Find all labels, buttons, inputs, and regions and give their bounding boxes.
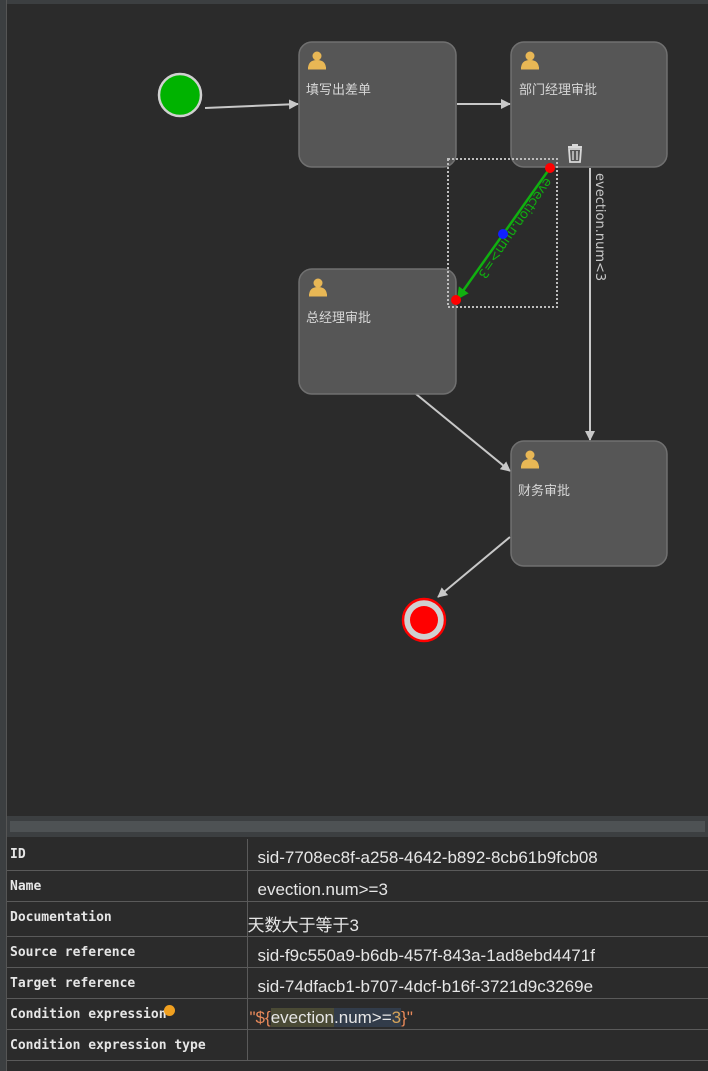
task-dept-manager[interactable]: 部门经理审批 xyxy=(510,41,668,168)
property-key-cell: Condition expression xyxy=(7,998,248,1030)
property-row-condition-expression[interactable]: Condition expression "${evection.num>=3}… xyxy=(7,998,708,1030)
property-row-target-reference[interactable]: Target reference sid-74dfacb1-b707-4dcf-… xyxy=(7,967,708,999)
flow-handle-start[interactable] xyxy=(545,163,555,173)
properties-table: ID sid-7708ec8f-a258-4642-b892-8cb61b9fc… xyxy=(7,839,708,1061)
property-value-name[interactable]: evection.num>=3 xyxy=(247,870,708,902)
flow-handle-end[interactable] xyxy=(451,295,461,305)
flow-label-num-lt-3: evection.num<3 xyxy=(592,173,607,281)
property-row-id[interactable]: ID sid-7708ec8f-a258-4642-b892-8cb61b9fc… xyxy=(7,839,708,871)
start-event[interactable] xyxy=(157,72,203,118)
task-label: 财务审批 xyxy=(518,483,570,499)
task-label: 填写出差单 xyxy=(306,83,371,98)
property-key: Condition expression xyxy=(10,1006,167,1022)
lightbulb-icon[interactable] xyxy=(164,1004,175,1016)
property-row-source-reference[interactable]: Source reference sid-f9c550a9-b6db-457f-… xyxy=(7,936,708,968)
property-value-id[interactable]: sid-7708ec8f-a258-4642-b892-8cb61b9fcb08 xyxy=(247,839,708,871)
property-key: Documentation xyxy=(7,901,248,937)
property-row-documentation[interactable]: Documentation 天数大于等于3 xyxy=(7,901,708,937)
splitter-handle[interactable] xyxy=(10,821,705,832)
task-label: 部门经理审批 xyxy=(519,83,597,98)
property-key-wrap: Condition expression xyxy=(10,1004,247,1022)
flow-label-num-ge-3: evection.num>=3 xyxy=(474,175,555,281)
task-general-manager[interactable]: 总经理审批 xyxy=(298,268,457,395)
property-key: Target reference xyxy=(7,967,248,999)
property-key: Condition expression type xyxy=(7,1029,248,1061)
property-value-source-reference[interactable]: sid-f9c550a9-b6db-457f-843a-1ad8ebd4471f xyxy=(247,936,708,968)
property-key: Name xyxy=(7,870,248,902)
bpmn-diagram[interactable]: 填写出差单 部门经理审批 总经理审批 财务审批 evection.num<3 e… xyxy=(7,0,708,815)
task-fill-form[interactable]: 填写出差单 xyxy=(298,41,457,168)
flow-general-to-finance[interactable] xyxy=(415,393,511,472)
property-key: ID xyxy=(7,839,248,871)
task-label: 总经理审批 xyxy=(306,311,371,326)
property-row-condition-expression-type[interactable]: Condition expression type xyxy=(7,1029,708,1061)
flow-handle-mid[interactable] xyxy=(498,229,508,239)
flow-finance-to-end[interactable] xyxy=(437,536,511,598)
property-value-condition-expression[interactable]: "${evection.num>=3}" xyxy=(247,998,708,1030)
task-finance[interactable]: 财务审批 xyxy=(510,440,668,567)
top-edge xyxy=(7,0,708,4)
properties-panel: ID sid-7708ec8f-a258-4642-b892-8cb61b9fc… xyxy=(7,839,708,1071)
flow-start-to-fill[interactable] xyxy=(204,99,299,110)
condition-expression-text: "${evection.num>=3}" xyxy=(249,1007,413,1027)
property-value-documentation[interactable]: 天数大于等于3 xyxy=(247,901,708,937)
end-event[interactable] xyxy=(401,597,447,643)
property-value-target-reference[interactable]: sid-74dfacb1-b707-4dcf-b16f-3721d9c3269e xyxy=(247,967,708,999)
property-key: Source reference xyxy=(7,936,248,968)
panel-splitter[interactable] xyxy=(7,815,708,837)
property-value-condition-expression-type[interactable] xyxy=(247,1029,708,1061)
left-panel-edge xyxy=(0,0,7,1071)
diagram-canvas[interactable]: 填写出差单 部门经理审批 总经理审批 财务审批 evection.num<3 e… xyxy=(7,0,708,815)
property-row-name[interactable]: Name evection.num>=3 xyxy=(7,870,708,902)
